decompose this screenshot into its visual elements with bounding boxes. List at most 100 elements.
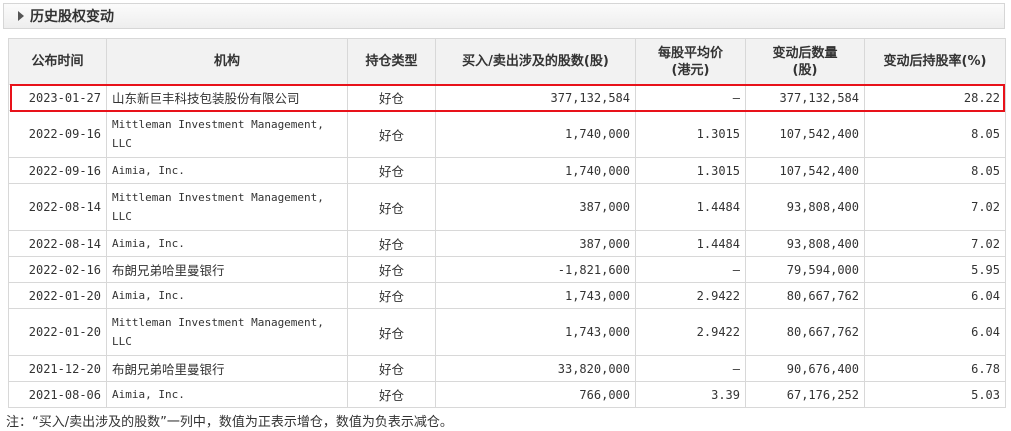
org-name: Aimia, Inc. bbox=[112, 388, 185, 401]
cell-after-qty: 377,132,584 bbox=[745, 84, 865, 111]
section-title: 历史股权变动 bbox=[30, 9, 114, 25]
cell-avg-price: 1.3015 bbox=[635, 110, 746, 158]
cell-type: 好仓 bbox=[347, 256, 436, 283]
cell-after-pct: 28.22 bbox=[864, 84, 1006, 111]
cell-avg-price: 2.9422 bbox=[635, 282, 746, 309]
header-avg-price-line1: 每股平均价 bbox=[657, 45, 723, 61]
cell-after-qty: 90,676,400 bbox=[745, 355, 865, 382]
cell-org: 布朗兄弟哈里曼银行 bbox=[106, 256, 348, 283]
table-row: 2021-08-06 Aimia, Inc. 好仓 766,000 3.39 67,176… bbox=[8, 381, 1006, 408]
cell-after-pct: 8.05 bbox=[864, 110, 1006, 158]
cell-after-qty: 93,808,400 bbox=[745, 230, 865, 257]
header-avg-price-line2: (港元) bbox=[671, 62, 710, 78]
table-header-row: 公布时间 机构 持仓类型 买入/卖出涉及的股数(股) 每股平均价 (港元) 变动后… bbox=[8, 38, 1006, 85]
org-name: Mittleman Investment Management, LLC bbox=[112, 118, 324, 150]
footnote: 注：“买入/卖出涉及的股数”一列中，数值为正表示增仓，数值为负表示减仓。 bbox=[6, 415, 453, 430]
cell-org: Aimia, Inc. bbox=[106, 157, 348, 184]
expand-arrow-icon[interactable] bbox=[18, 11, 24, 21]
cell-after-qty: 80,667,762 bbox=[745, 282, 865, 309]
cell-date: 2021-08-06 bbox=[8, 381, 107, 408]
table-row: 2022-09-16 Aimia, Inc. 好仓 1,740,000 1.3015 10… bbox=[8, 157, 1006, 184]
table-row: 2022-01-20 Mittleman Investment Managemen… bbox=[8, 308, 1006, 356]
section-header[interactable]: 历史股权变动 bbox=[3, 3, 1005, 29]
cell-date: 2022-08-14 bbox=[8, 230, 107, 257]
cell-date: 2022-01-20 bbox=[8, 282, 107, 309]
cell-avg-price: 1.3015 bbox=[635, 157, 746, 184]
cell-type: 好仓 bbox=[347, 84, 436, 111]
cell-avg-price: 1.4484 bbox=[635, 230, 746, 257]
cell-after-pct: 5.03 bbox=[864, 381, 1006, 408]
cell-shares: 33,820,000 bbox=[435, 355, 636, 382]
cell-date: 2022-01-20 bbox=[8, 308, 107, 356]
header-org: 机构 bbox=[106, 38, 348, 85]
cell-date: 2022-08-14 bbox=[8, 183, 107, 231]
table-row: 2022-08-14 Aimia, Inc. 好仓 387,000 1.4484 93,8… bbox=[8, 230, 1006, 257]
cell-date: 2021-12-20 bbox=[8, 355, 107, 382]
cell-org: Aimia, Inc. bbox=[106, 282, 348, 309]
org-name: 山东新巨丰科技包装股份有限公司 bbox=[112, 91, 300, 106]
header-date: 公布时间 bbox=[8, 38, 107, 85]
cell-after-pct: 8.05 bbox=[864, 157, 1006, 184]
header-type: 持仓类型 bbox=[347, 38, 436, 85]
cell-avg-price: 1.4484 bbox=[635, 183, 746, 231]
cell-shares: 377,132,584 bbox=[435, 84, 636, 111]
table-row-highlighted: 2023-01-27 山东新巨丰科技包装股份有限公司 好仓 377,132,584—3… bbox=[8, 84, 1006, 111]
cell-type: 好仓 bbox=[347, 157, 436, 184]
cell-org: Mittleman Investment Management, LLC bbox=[106, 110, 348, 158]
cell-date: 2023-01-27 bbox=[8, 84, 107, 111]
cell-shares: 1,743,000 bbox=[435, 282, 636, 309]
cell-after-qty: 80,667,762 bbox=[745, 308, 865, 356]
cell-after-qty: 93,808,400 bbox=[745, 183, 865, 231]
cell-type: 好仓 bbox=[347, 381, 436, 408]
cell-org: Mittleman Investment Management, LLC bbox=[106, 308, 348, 356]
cell-avg-price: — bbox=[635, 355, 746, 382]
org-name: Mittleman Investment Management, LLC bbox=[112, 316, 324, 348]
org-name: 布朗兄弟哈里曼银行 bbox=[112, 362, 225, 377]
cell-org: 山东新巨丰科技包装股份有限公司 bbox=[106, 84, 348, 111]
cell-org: Aimia, Inc. bbox=[106, 230, 348, 257]
cell-after-pct: 7.02 bbox=[864, 183, 1006, 231]
cell-shares: 766,000 bbox=[435, 381, 636, 408]
cell-org: Aimia, Inc. bbox=[106, 381, 348, 408]
cell-after-pct: 7.02 bbox=[864, 230, 1006, 257]
cell-type: 好仓 bbox=[347, 110, 436, 158]
cell-shares: 387,000 bbox=[435, 230, 636, 257]
org-name: Mittleman Investment Management, LLC bbox=[112, 191, 324, 223]
org-name: Aimia, Inc. bbox=[112, 289, 185, 302]
org-name: Aimia, Inc. bbox=[112, 164, 185, 177]
cell-after-qty: 79,594,000 bbox=[745, 256, 865, 283]
equity-change-table: 公布时间 机构 持仓类型 买入/卖出涉及的股数(股) 每股平均价 (港元) 变动后… bbox=[8, 38, 1006, 408]
cell-after-pct: 6.04 bbox=[864, 282, 1006, 309]
cell-after-pct: 5.95 bbox=[864, 256, 1006, 283]
cell-shares: -1,821,600 bbox=[435, 256, 636, 283]
cell-after-pct: 6.04 bbox=[864, 308, 1006, 356]
cell-after-pct: 6.78 bbox=[864, 355, 1006, 382]
cell-date: 2022-09-16 bbox=[8, 157, 107, 184]
cell-shares: 387,000 bbox=[435, 183, 636, 231]
cell-avg-price: 3.39 bbox=[635, 381, 746, 408]
cell-after-qty: 107,542,400 bbox=[745, 110, 865, 158]
org-name: 布朗兄弟哈里曼银行 bbox=[112, 263, 225, 278]
org-name: Aimia, Inc. bbox=[112, 237, 185, 250]
cell-shares: 1,743,000 bbox=[435, 308, 636, 356]
cell-avg-price: — bbox=[635, 84, 746, 111]
cell-type: 好仓 bbox=[347, 230, 436, 257]
cell-after-qty: 67,176,252 bbox=[745, 381, 865, 408]
header-avg-price: 每股平均价 (港元) bbox=[635, 38, 746, 85]
header-after-qty-line1: 变动后数量 bbox=[772, 45, 838, 61]
cell-date: 2022-09-16 bbox=[8, 110, 107, 158]
header-after-qty: 变动后数量 (股) bbox=[745, 38, 865, 85]
cell-org: 布朗兄弟哈里曼银行 bbox=[106, 355, 348, 382]
cell-date: 2022-02-16 bbox=[8, 256, 107, 283]
cell-type: 好仓 bbox=[347, 282, 436, 309]
cell-avg-price: 2.9422 bbox=[635, 308, 746, 356]
cell-shares: 1,740,000 bbox=[435, 110, 636, 158]
table-row: 2022-08-14 Mittleman Investment Managemen… bbox=[8, 183, 1006, 231]
table-row: 2022-09-16 Mittleman Investment Managemen… bbox=[8, 110, 1006, 158]
table-row: 2021-12-20 布朗兄弟哈里曼银行 好仓 33,820,000—90,676,4… bbox=[8, 355, 1006, 382]
header-after-qty-line2: (股) bbox=[792, 62, 818, 78]
cell-type: 好仓 bbox=[347, 308, 436, 356]
header-shares: 买入/卖出涉及的股数(股) bbox=[435, 38, 636, 85]
cell-type: 好仓 bbox=[347, 183, 436, 231]
table-row: 2022-01-20 Aimia, Inc. 好仓 1,743,000 2.9422 80… bbox=[8, 282, 1006, 309]
